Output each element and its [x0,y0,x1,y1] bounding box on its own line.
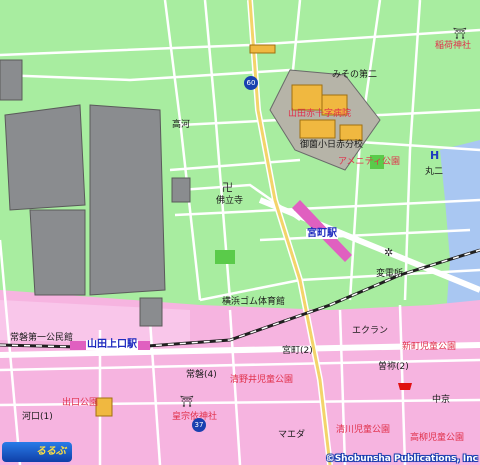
route-37-marker: 37 [192,418,206,432]
ecran-label: エクラン [352,326,389,336]
shinmachi-park-label: 新町児童公園 [402,342,457,352]
yokohama-gym-label: 横浜ゴム体育館 [222,297,286,307]
deguchi-park-label: 出口公園 [62,398,99,408]
takaragawa-label: 高河 [172,120,191,130]
shrine-icon-south: ⛩ [180,395,194,408]
sone-2-label: 曽祢(2) [378,362,409,372]
kawaguchi-label: 河口(1) [22,412,53,422]
tokiwa-1-hall-label: 常磐第一公民館 [10,333,74,343]
school-field [215,250,235,264]
substation-label: 変電所 [376,269,404,279]
yamadakamiguchi-station-label[interactable]: 山田上口駅 [86,340,138,350]
copyright-credit: ©Shobunsha Publications, Inc [325,454,478,464]
map-canvas[interactable]: 稲荷神社 ⛩ みその第二 山田赤十字病院 御薗小日赤分校 アメニティ公園 丸二 … [0,0,480,465]
amenity-park-label: アメニティ公園 [338,157,401,167]
yamada-red-cross-label: 山田赤十字病院 [288,109,352,119]
substation-icon: ✲ [384,246,394,259]
takayanagi-park-label: 高柳児童公園 [410,433,465,443]
red-marker [398,383,412,390]
tokiwa-4-label: 常磐(4) [186,370,217,380]
temple-icon: 卍 [222,181,233,194]
miyamachi-2-label: 宮町(2) [282,346,313,356]
kiyonoi-park-label: 清野井児童公園 [230,375,294,385]
misono-2-label: みその第二 [332,70,378,80]
route-60-marker: 60 [244,76,258,90]
miyamachi-station-label[interactable]: 宮町駅 [306,229,338,239]
hospital-h-icon: H [430,149,440,162]
maruni-label: 丸二 [425,167,444,177]
ruru-logo: るるぶ [2,442,72,462]
inari-shrine-label: 稲荷神社 [435,41,472,51]
maeda-label: マエダ [278,430,306,440]
naka-kyo-label: 中京 [432,395,451,405]
shrine-icon: ⛩ [453,27,467,40]
map-graphics [0,0,480,465]
misono-school-label: 御薗小日赤分校 [300,140,364,150]
kiyokawa-park-label: 清川児童公園 [336,425,391,435]
butsuritsuji-label: 佛立寺 [216,196,244,206]
